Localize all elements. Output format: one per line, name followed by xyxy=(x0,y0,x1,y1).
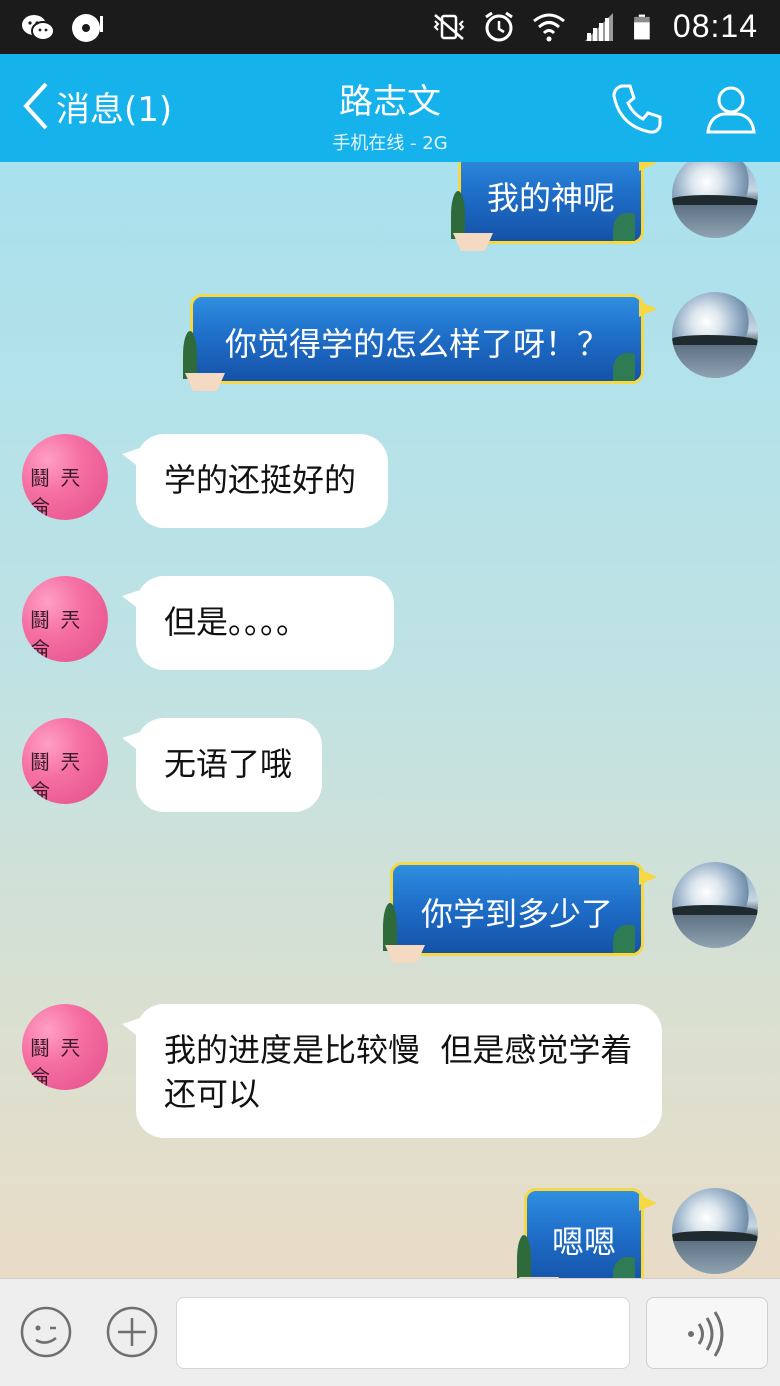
message-bubble-in[interactable]: 无语了哦 xyxy=(122,718,322,812)
contact-name: 路志文 xyxy=(339,82,441,122)
back-label: 消息(1) xyxy=(56,89,173,130)
message-bubble-in[interactable]: 我的进度是比较慢 但是感觉学着还可以 xyxy=(122,1004,662,1138)
message-text: 我的神呢 xyxy=(486,179,615,217)
voice-button[interactable] xyxy=(646,1297,768,1369)
plus-icon[interactable] xyxy=(104,1304,160,1360)
status-bar: 08:14 xyxy=(0,0,780,54)
avatar-self[interactable] xyxy=(672,862,758,948)
message-text: 你觉得学的怎么样了呀！？ xyxy=(224,325,609,363)
vibrate-mute-icon xyxy=(433,13,465,40)
bubble-tail xyxy=(122,590,140,610)
message-text: 你学到多少了 xyxy=(420,895,613,933)
bubble-tail xyxy=(639,1195,657,1211)
avatar-self[interactable] xyxy=(672,162,758,238)
bubble-tail xyxy=(122,1018,140,1038)
message-bubble-out[interactable]: 你觉得学的怎么样了呀！？ xyxy=(183,294,657,391)
contact-status: 手机在线 - 2G xyxy=(332,133,448,154)
chat-header: 消息(1) 路志文 手机在线 - 2G xyxy=(0,54,780,162)
voice-icon xyxy=(688,1311,724,1357)
avatar-contact[interactable]: 鬪 兲 侖 xyxy=(22,434,108,520)
bubble-tail xyxy=(639,869,657,885)
wechat-icon xyxy=(22,15,55,41)
avatar-self[interactable] xyxy=(672,292,758,378)
bubble-decoration xyxy=(453,233,493,251)
profile-icon[interactable] xyxy=(702,80,760,138)
message-bubble-out[interactable]: 你学到多少了 xyxy=(383,862,657,963)
message-bubble-in[interactable]: 但是。。。。 xyxy=(122,576,394,670)
bubble-decoration xyxy=(385,945,425,963)
message-bubble-out[interactable]: 嗯嗯 xyxy=(517,1188,657,1278)
bubble-tail xyxy=(639,301,657,317)
signal-icon xyxy=(584,12,613,41)
message-input[interactable] xyxy=(176,1297,630,1369)
message-text: 我的进度是比较慢 但是感觉学着还可以 xyxy=(164,1031,633,1113)
alarm-icon xyxy=(485,11,513,41)
phone-icon[interactable] xyxy=(608,80,666,138)
back-button[interactable]: 消息(1) xyxy=(18,78,172,134)
avatar-self[interactable] xyxy=(672,1188,758,1274)
bubble-tail xyxy=(122,732,140,752)
emoji-icon[interactable] xyxy=(18,1304,74,1360)
avatar-contact[interactable]: 鬪 兲 侖 xyxy=(22,576,108,662)
bubble-decoration xyxy=(185,373,225,391)
clock: 08:14 xyxy=(672,8,758,44)
music-icon xyxy=(72,14,103,42)
battery-icon xyxy=(634,14,650,39)
chevron-left-icon xyxy=(23,82,48,130)
contact-info: 路志文 手机在线 - 2G xyxy=(240,74,540,155)
bubble-tail xyxy=(122,448,140,468)
avatar-contact[interactable]: 鬪 兲 侖 xyxy=(22,1004,108,1090)
chat-area[interactable]: 我的神呢 你觉得学的怎么样了呀！？ 鬪 兲 侖 学的还挺好的 鬪 兲 侖 但是。… xyxy=(0,162,780,1278)
message-text: 但是。。。。 xyxy=(164,603,309,641)
avatar-contact[interactable]: 鬪 兲 侖 xyxy=(22,718,108,804)
message-text: 学的还挺好的 xyxy=(164,461,357,499)
wifi-icon xyxy=(532,13,565,41)
message-bubble-out[interactable]: 我的神呢 xyxy=(451,162,657,251)
bubble-tail xyxy=(639,162,657,171)
input-bar xyxy=(0,1278,780,1386)
message-bubble-in[interactable]: 学的还挺好的 xyxy=(122,434,388,528)
message-text: 嗯嗯 xyxy=(551,1223,616,1261)
message-text: 无语了哦 xyxy=(164,745,293,783)
